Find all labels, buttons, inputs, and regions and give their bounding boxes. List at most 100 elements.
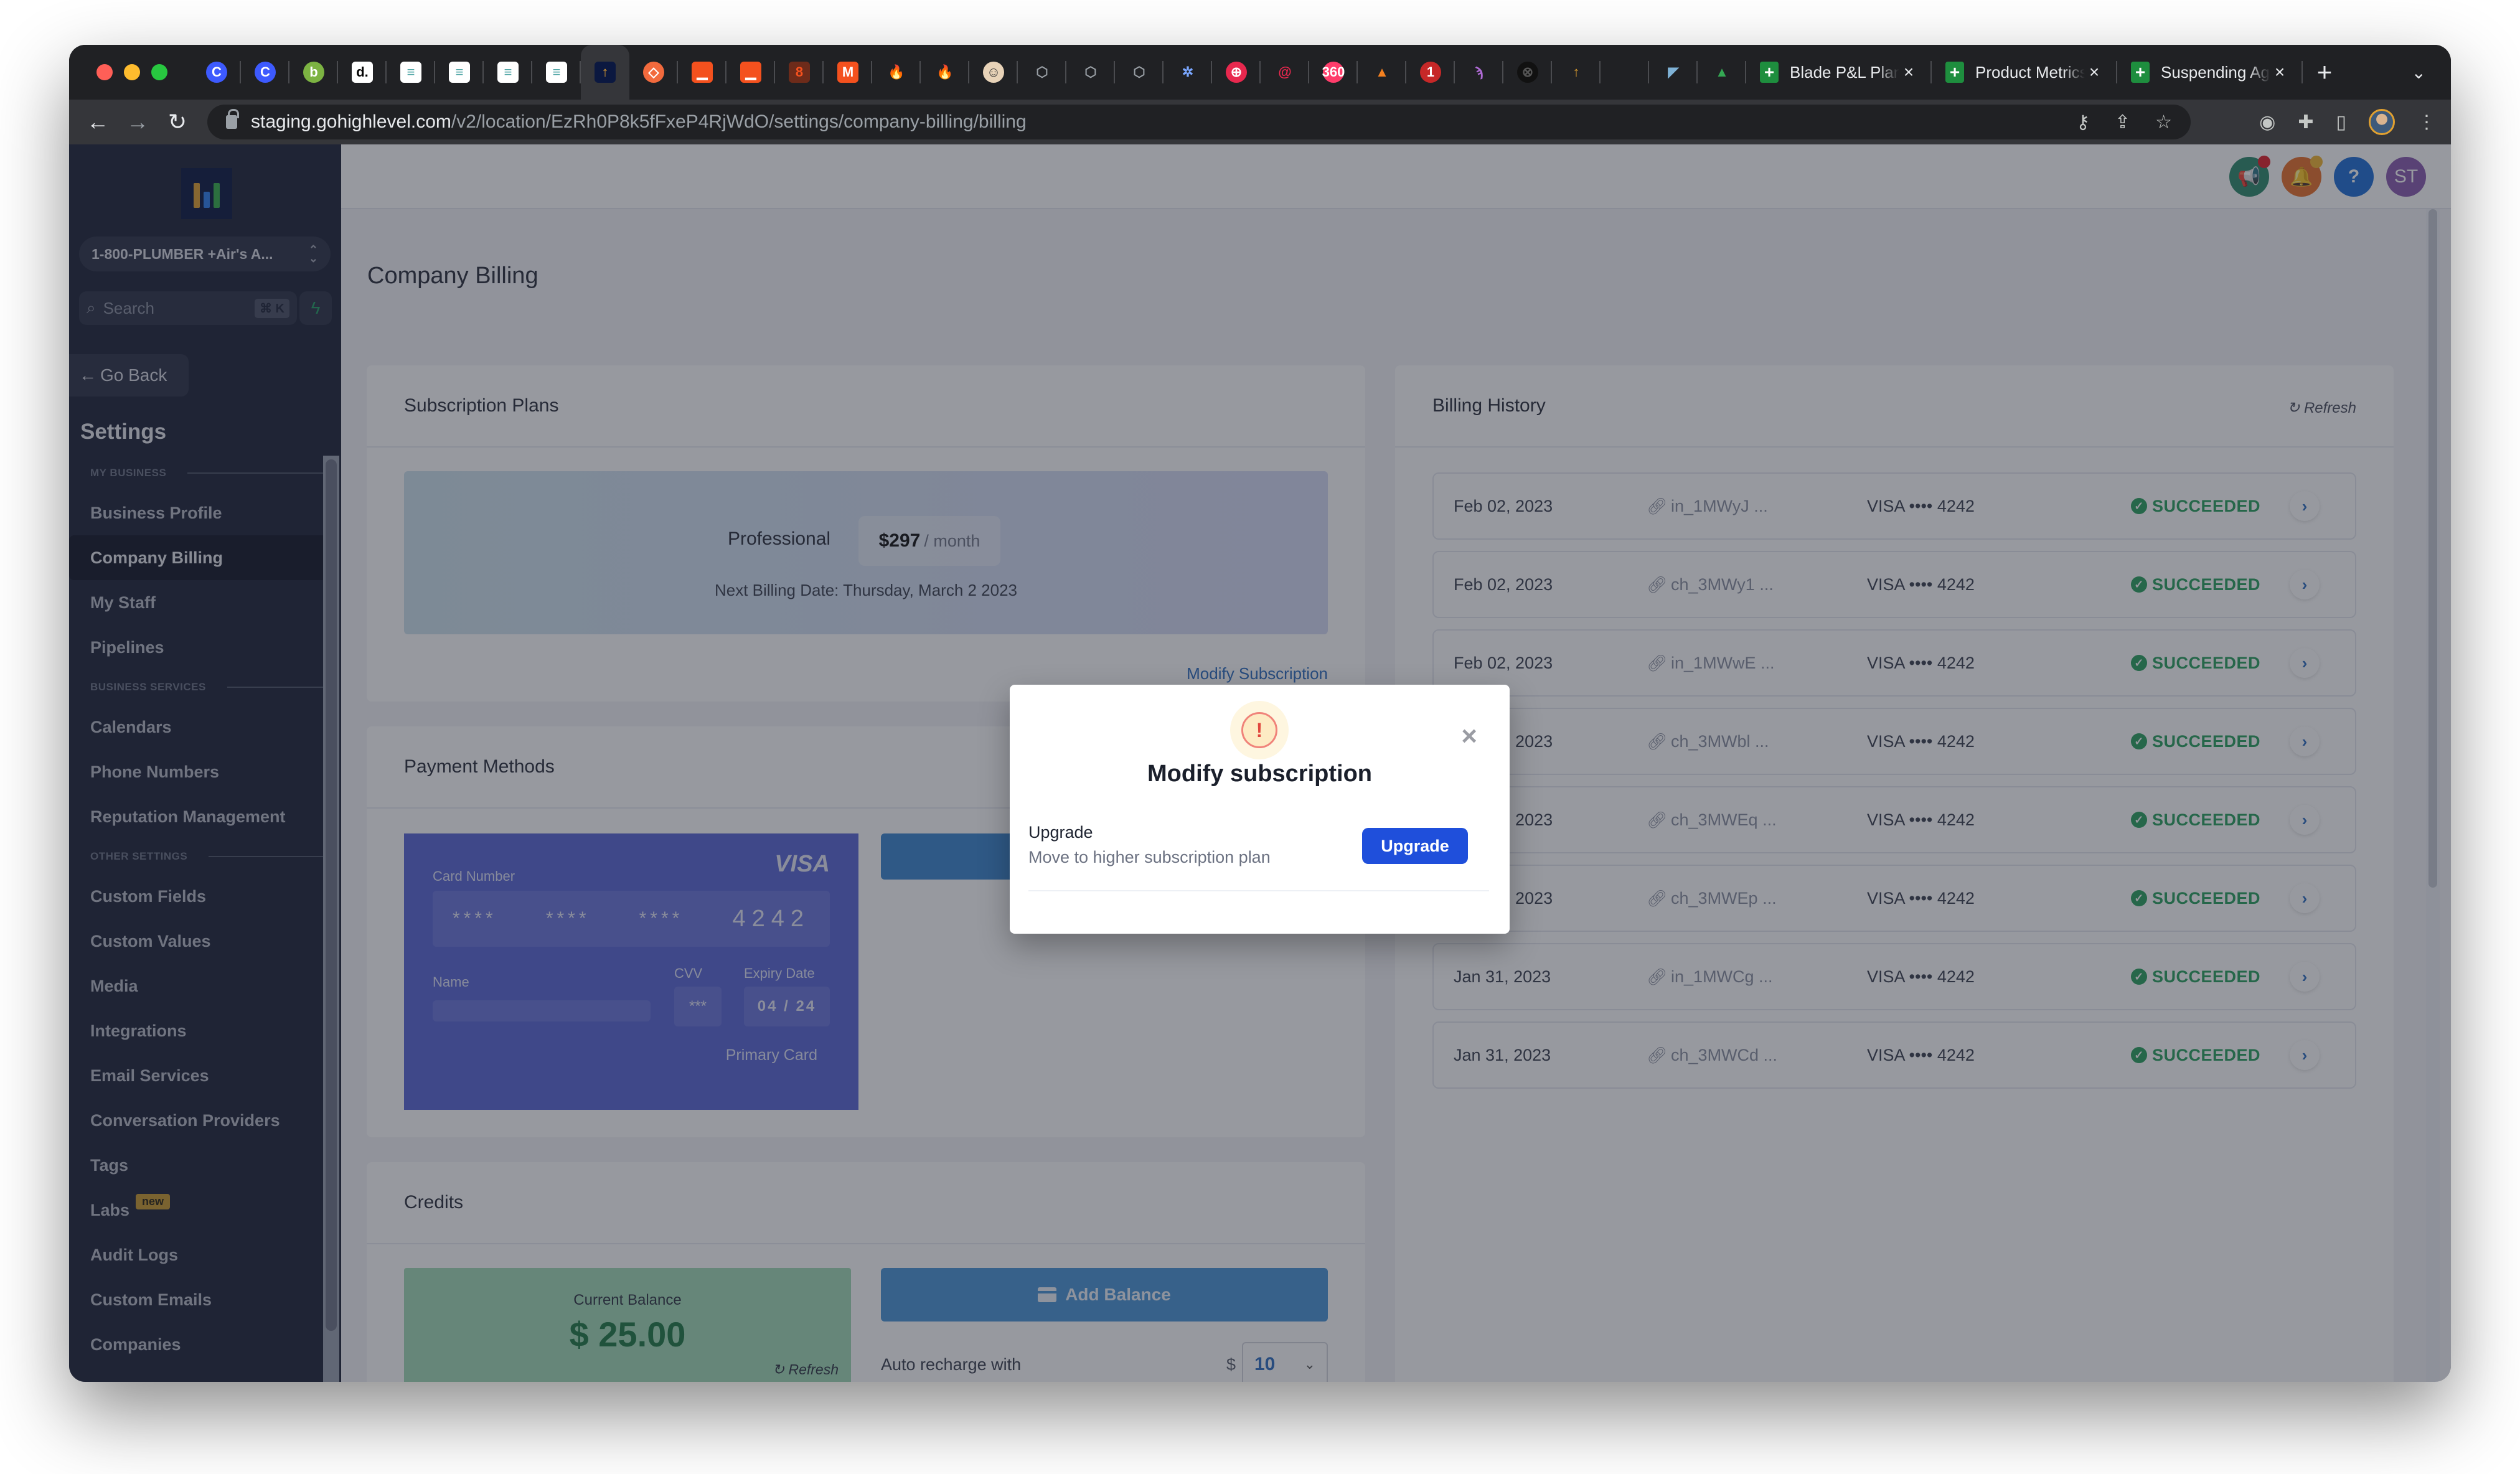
desktop: C Cb d. ≡ ≡ ≡ ≡ ↑ ◇ ▁ ▁ 8 M 🔥 🔥 ☺ ⬡ ⬡ ⬡ ✲ ⊕ @360 ▲ 1 ϡ ⊗ ↑ ◤ ▲ + Blad… — [0, 0, 2520, 1474]
pinned-tab[interactable]: d. — [338, 45, 387, 100]
tab-bar: C Cb d. ≡ ≡ ≡ ≡ ↑ ◇ ▁ ▁ 8 M 🔥 🔥 ☺ ⬡ ⬡ ⬡ ✲ ⊕ @360 ▲ 1 ϡ ⊗ ↑ ◤ ▲ + Blad… — [69, 45, 2451, 100]
pinned-tab[interactable]: ▲ — [1358, 45, 1406, 100]
page-viewport: 1-800-PLUMBER +Air's A... ⌃ ⌄ ⌕ Search ⌘ … — [69, 144, 2451, 1382]
window-controls — [96, 64, 167, 80]
modify-subscription-modal: ! × Modify subscription Upgrade Move to … — [1010, 685, 1510, 934]
modal-title: Modify subscription — [1147, 761, 1372, 787]
favicon-icon: ≡ — [449, 62, 470, 83]
minimize-window-button[interactable] — [124, 64, 140, 80]
tab-search-chevron-icon[interactable]: ⌄ — [2412, 62, 2426, 83]
favicon-icon: @ — [1278, 64, 1292, 80]
url-bar[interactable]: staging.gohighlevel.com/v2/location/EzRh… — [207, 105, 2191, 139]
pinned-tab[interactable]: 360 — [1309, 45, 1358, 100]
pinned-tab[interactable]: ≡ — [484, 45, 532, 100]
close-icon[interactable]: × — [1461, 721, 1477, 752]
pinned-tab[interactable]: ☺ — [969, 45, 1018, 100]
favicon-icon: M — [837, 62, 858, 83]
favicon-icon — [1614, 62, 1635, 83]
puzzle-extensions-icon[interactable]: ✚ — [2298, 111, 2313, 133]
upgrade-option-title: Upgrade — [1028, 823, 1093, 842]
open-tabs: + Blade P&L Plan × + Product Metrics × + Suspen… — [1746, 45, 2303, 100]
lock-icon — [226, 109, 239, 129]
favicon-icon: ↑ — [595, 62, 616, 83]
key-icon[interactable]: ⚷ — [2076, 111, 2090, 133]
pinned-tab[interactable]: ⊗ — [1503, 45, 1552, 100]
browser-window: C Cb d. ≡ ≡ ≡ ≡ ↑ ◇ ▁ ▁ 8 M 🔥 🔥 ☺ ⬡ ⬡ ⬡ ✲ ⊕ @360 ▲ 1 ϡ ⊗ ↑ ◤ ▲ + Blad… — [69, 45, 2451, 1382]
favicon-icon: 8 — [789, 62, 810, 83]
pinned-tab[interactable]: ↑ — [1552, 45, 1601, 100]
favicon-icon: b — [303, 62, 324, 83]
favicon-icon: ≡ — [400, 62, 421, 83]
new-tab-button[interactable]: + — [2303, 57, 2346, 87]
tab-close-icon[interactable]: × — [2085, 62, 2104, 82]
tab-title: Suspending Agency — [2161, 62, 2270, 82]
pinned-tab[interactable]: 1 — [1406, 45, 1455, 100]
bookmark-star-icon[interactable]: ☆ — [2155, 111, 2172, 133]
favicon-icon: ▲ — [1375, 64, 1389, 80]
favicon-icon: 🔥 — [936, 64, 954, 80]
pinned-tab[interactable]: ✲ — [1164, 45, 1212, 100]
pinned-tab[interactable]: @ — [1261, 45, 1309, 100]
favicon-icon: ⬡ — [1133, 64, 1145, 80]
warning-icon: ! — [1230, 701, 1289, 759]
favicon-icon: ◇ — [643, 62, 664, 83]
tab-title: Blade P&L Plan — [1790, 62, 1899, 82]
modal-divider — [1028, 890, 1489, 891]
pinned-tab[interactable]: ⬡ — [1018, 45, 1066, 100]
tab-close-icon[interactable]: × — [2270, 62, 2289, 82]
browser-tab[interactable]: + Product Metrics × — [1932, 45, 2117, 100]
pinned-tab[interactable] — [1601, 45, 1649, 100]
favicon-icon: ≡ — [546, 62, 567, 83]
favicon-icon: ⊕ — [1226, 62, 1247, 83]
pinned-tab[interactable]: ▲ — [1698, 45, 1746, 100]
tab-close-icon[interactable]: × — [1899, 62, 1918, 82]
forward-button[interactable]: → — [118, 109, 158, 135]
pinned-tab[interactable]: ⊕ — [1212, 45, 1261, 100]
sheets-icon: + — [1760, 62, 1779, 83]
extension-icons: ◉ ✚ ▯ ⋮ — [2259, 105, 2436, 139]
profile-avatar[interactable] — [2369, 109, 2395, 135]
pinned-tab[interactable]: ≡ — [532, 45, 581, 100]
browser-tab[interactable]: + Suspending Agency× — [2117, 45, 2303, 100]
url-path: /v2/location/EzRh0P8k5fFxeP4RjWdO/settin… — [451, 111, 1027, 132]
pinned-tab[interactable]: ⬡ — [1115, 45, 1164, 100]
pinned-tab[interactable]: ⬡ — [1066, 45, 1115, 100]
pinned-tab[interactable]: 🔥 — [872, 45, 921, 100]
sheets-icon: + — [1945, 62, 1964, 83]
pinned-tab[interactable]: ↑ — [581, 45, 629, 100]
share-icon[interactable]: ⇪ — [2115, 111, 2130, 133]
favicon-icon: ✲ — [1182, 64, 1194, 80]
pinned-tab[interactable]: ▁ — [678, 45, 726, 100]
browser-tab[interactable]: + Blade P&L Plan × — [1746, 45, 1932, 100]
pinned-tab[interactable]: ◇ — [629, 45, 678, 100]
pinned-tab[interactable]: C — [241, 45, 289, 100]
pinned-tab[interactable]: ≡ — [435, 45, 484, 100]
pinned-tab[interactable]: ≡ — [387, 45, 435, 100]
camera-extension-icon[interactable]: ◉ — [2259, 111, 2275, 133]
pinned-tab[interactable]: ◤ — [1649, 45, 1698, 100]
pinned-tab[interactable]: 8 — [775, 45, 824, 100]
omnibox-icons: ⚷ ⇪ ☆ — [2076, 105, 2172, 139]
pinned-tab[interactable]: 🔥 — [921, 45, 969, 100]
favicon-icon: ↑ — [1573, 64, 1580, 80]
menu-kebab-icon[interactable]: ⋮ — [2417, 111, 2436, 133]
upgrade-button[interactable]: Upgrade — [1362, 828, 1468, 864]
favicon-icon: ◤ — [1668, 64, 1679, 80]
close-window-button[interactable] — [96, 64, 113, 80]
side-panel-icon[interactable]: ▯ — [2336, 111, 2346, 133]
pinned-tab[interactable]: ϡ — [1455, 45, 1503, 100]
maximize-window-button[interactable] — [151, 64, 167, 80]
favicon-icon: ⬡ — [1084, 64, 1097, 80]
favicon-icon: ϡ — [1475, 64, 1483, 80]
pinned-tab[interactable]: ▁ — [726, 45, 775, 100]
favicon-icon: 360 — [1322, 62, 1345, 83]
pinned-tab[interactable]: b — [289, 45, 338, 100]
pinned-tab[interactable]: M — [824, 45, 872, 100]
pinned-tab[interactable]: C — [192, 45, 241, 100]
pinned-tabs: C Cb d. ≡ ≡ ≡ ≡ ↑ ◇ ▁ ▁ 8 M 🔥 🔥 ☺ ⬡ ⬡ ⬡ ✲ ⊕ @360 ▲ 1 ϡ ⊗ ↑ ◤ ▲ — [192, 45, 1746, 100]
upgrade-option-description: Move to higher subscription plan — [1028, 848, 1271, 866]
sheets-icon: + — [2131, 62, 2150, 83]
favicon-icon: 1 — [1420, 62, 1441, 83]
reload-button[interactable]: ↻ — [158, 109, 197, 135]
back-button[interactable]: ← — [78, 109, 118, 135]
